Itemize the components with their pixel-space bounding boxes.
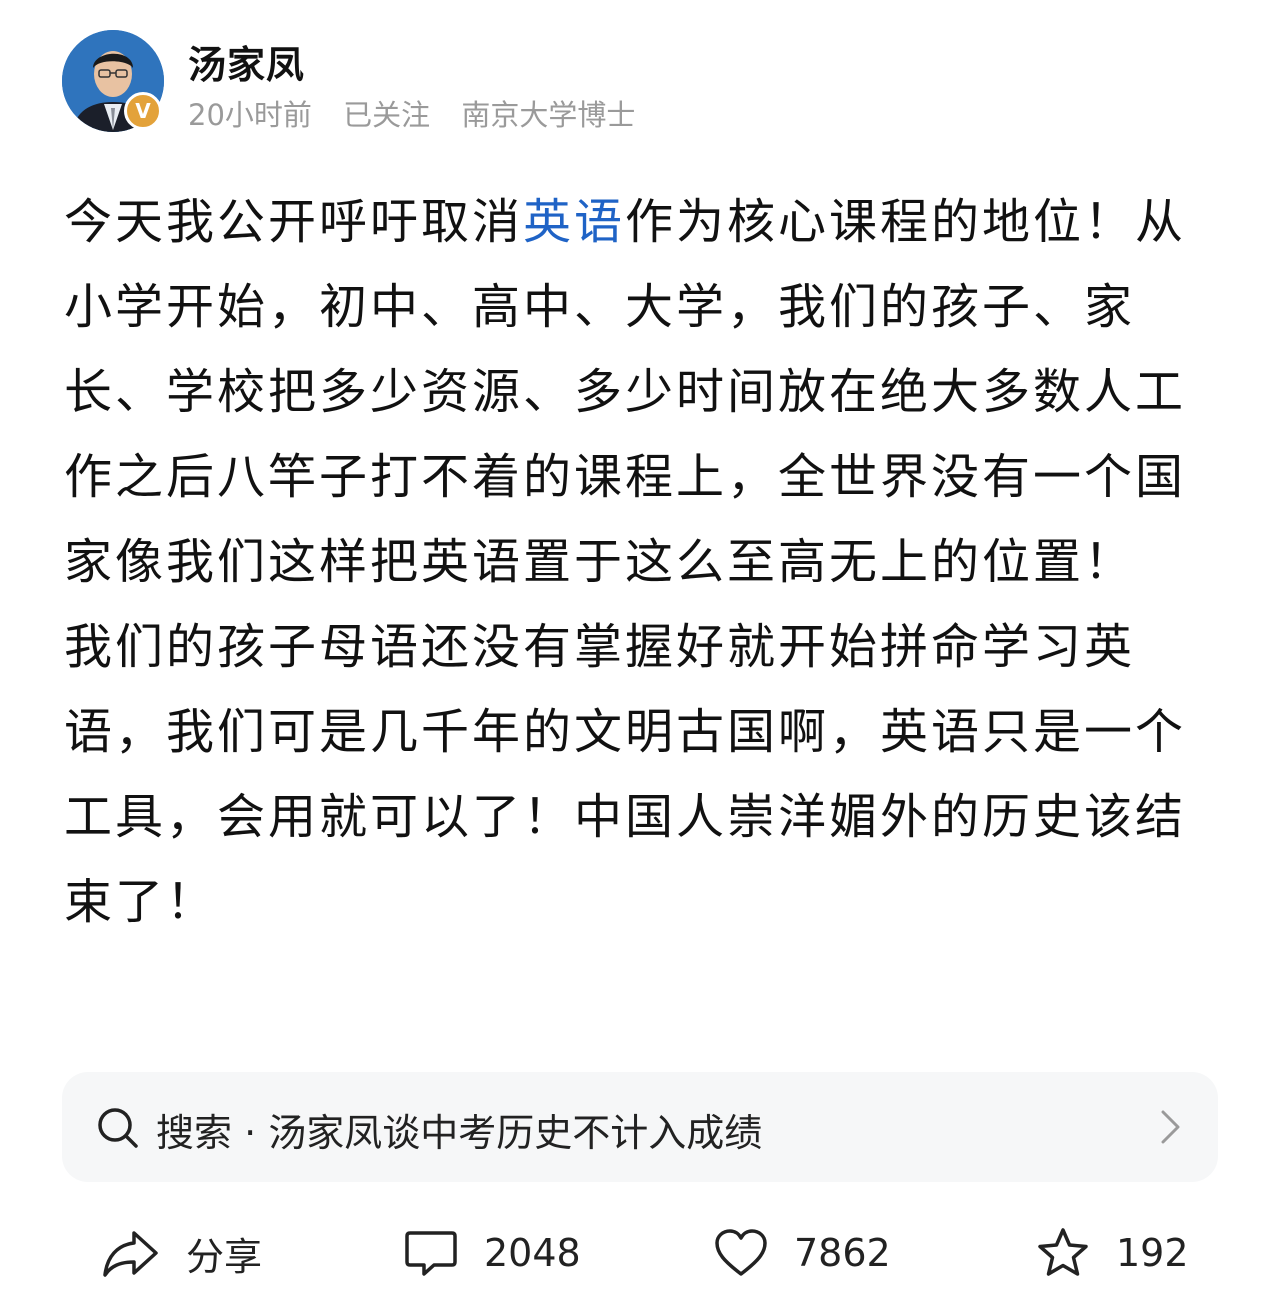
topic-link[interactable]: 英语 [523,194,625,250]
verified-badge: V [124,92,162,130]
favorite-count: 192 [1116,1231,1189,1275]
like-button[interactable]: 7862 [714,1218,891,1288]
post-text: 作为核心课程的地位！从小学开始，初中、高中、大学，我们的孩子、家长、学校把多少资… [64,194,1187,590]
search-icon [98,1108,138,1148]
post-time: 20小时前 [188,98,312,132]
post-body: 今天我公开呼吁取消英语作为核心课程的地位！从小学开始，初中、高中、大学，我们的孩… [64,180,1199,945]
share-button[interactable]: 分享 [102,1218,262,1288]
action-bar: 分享 2048 7862 192 [0,1218,1280,1288]
share-label: 分享 [186,1234,263,1279]
author-name[interactable]: 汤家凤 [188,34,305,89]
comment-icon [405,1231,457,1276]
comment-button[interactable]: 2048 [404,1218,581,1288]
post-header: V 汤家凤 20小时前 已关注 南京大学博士 [62,30,1222,134]
related-search-label: 搜索 · 汤家凤谈中考历史不计入成绩 [156,1111,763,1155]
comment-count: 2048 [484,1231,581,1275]
related-search-card[interactable]: 搜索 · 汤家凤谈中考历史不计入成绩 [62,1072,1218,1182]
author-meta: 20小时前 已关注 南京大学博士 [188,92,657,134]
favorite-button[interactable]: 192 [1036,1218,1189,1288]
author-description: 南京大学博士 [461,98,636,132]
like-count: 7862 [794,1231,891,1275]
post-paragraph-1: 今天我公开呼吁取消英语作为核心课程的地位！从小学开始，初中、高中、大学，我们的孩… [64,180,1199,605]
follow-status[interactable]: 已关注 [343,98,430,132]
post-text: 今天我公开呼吁取消 [64,194,524,250]
post-paragraph-2: 我们的孩子母语还没有掌握好就开始拼命学习英语，我们可是几千年的文明古国啊，英语只… [64,619,1187,930]
heart-icon [715,1229,767,1276]
chevron-right-icon [1161,1110,1180,1144]
star-icon [1038,1228,1088,1276]
share-icon [103,1231,158,1277]
